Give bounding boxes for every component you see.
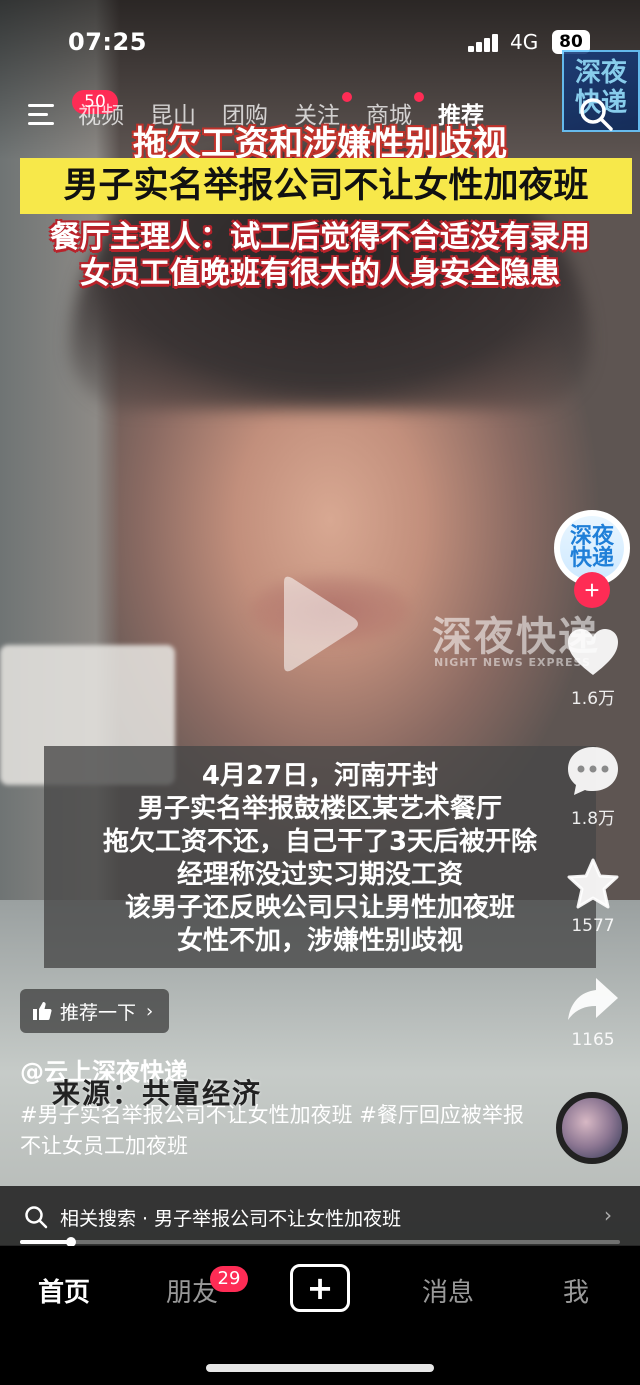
share-arrow-icon [568,978,618,1020]
star-icon [567,858,619,909]
comment-icon [568,747,618,795]
related-search-label: 相关搜索 · 男子举报公司不让女性加夜班 [60,1208,402,1230]
video-headline-3: 餐厅主理人：试工后觉得不合适没有录用 女员工值晚班有很大的人身安全隐患 [0,220,640,292]
nav-me[interactable]: 我 [526,1272,626,1309]
favorite-button[interactable]: 1577 [548,858,638,936]
status-bar: 07:25 4G 80 [0,26,640,62]
favorite-count: 1577 [571,916,615,936]
create-button[interactable]: + [290,1264,350,1312]
chevron-right-icon: › [146,1000,154,1022]
post-description[interactable]: #男子实名举报公司不让女性加夜班 #餐厅回应被举报不让女员工加夜班 [20,1100,540,1162]
video-headline-2: 男子实名举报公司不让女性加夜班 [20,158,632,214]
video-headline-3b: 女员工值晚班有很大的人身安全隐患 [80,256,560,291]
subtitle-line: 经理称没过实习期没工资 [176,860,463,890]
comment-count: 1.8万 [570,809,616,829]
notification-dot [342,92,352,102]
plus-icon: + [306,1269,334,1307]
thumbs-up-icon [33,1002,52,1020]
recommend-label: 推荐一下 [60,1001,137,1024]
share-button[interactable]: 1165 [548,976,638,1050]
friends-badge: 29 [210,1266,248,1292]
plus-icon: + [584,575,600,605]
home-indicator [206,1364,434,1372]
video-feed-screen: 07:25 4G 80 深夜 快递 50 视频 昆山 团购 关注 商城 推荐 拖… [0,0,640,1385]
chevron-right-icon: › [604,1203,612,1227]
follow-button[interactable]: + [574,572,610,608]
avatar-text1: 深夜 [569,524,614,549]
status-time: 07:25 [68,28,147,56]
nav-home[interactable]: 首页 [14,1272,114,1309]
network-type: 4G [510,30,539,54]
subtitle-line: 拖欠工资不还，自己干了3天后被开除 [102,827,538,857]
nav-messages[interactable]: 消息 [398,1272,498,1309]
subtitle-line: 该男子还反映公司只让男性加夜班 [124,893,515,923]
comment-button[interactable]: 1.8万 [548,744,638,829]
related-search-bar[interactable]: 相关搜索 · 男子举报公司不让女性加夜班 › [0,1186,640,1246]
subtitle-line: 4月27日，河南开封 [201,761,439,791]
subtitle-line: 女性不加，涉嫌性别歧视 [176,926,463,956]
notification-dot [414,92,424,102]
video-progress-bar[interactable] [20,1237,620,1247]
share-count: 1165 [571,1030,615,1050]
search-icon [25,1206,48,1229]
video-headline-3a: 餐厅主理人：试工后觉得不合适没有录用 [50,220,590,255]
recommend-button[interactable]: 推荐一下 › [20,989,170,1033]
like-count: 1.6万 [570,689,616,709]
play-icon[interactable] [272,572,362,676]
subtitle-line: 男子实名举报鼓楼区某艺术餐厅 [137,794,502,824]
signal-icon [468,34,500,52]
heart-icon [568,629,618,675]
like-button[interactable]: 1.6万 [548,628,638,709]
music-disc[interactable] [556,1092,628,1164]
video-subtitle-box: 4月27日，河南开封 男子实名举报鼓楼区某艺术餐厅 拖欠工资不还，自己干了3天后… [44,746,596,968]
video-progress-fill [20,1240,71,1244]
channel-logo-line1: 深夜 [574,58,627,88]
avatar-text2: 快递 [569,546,614,571]
